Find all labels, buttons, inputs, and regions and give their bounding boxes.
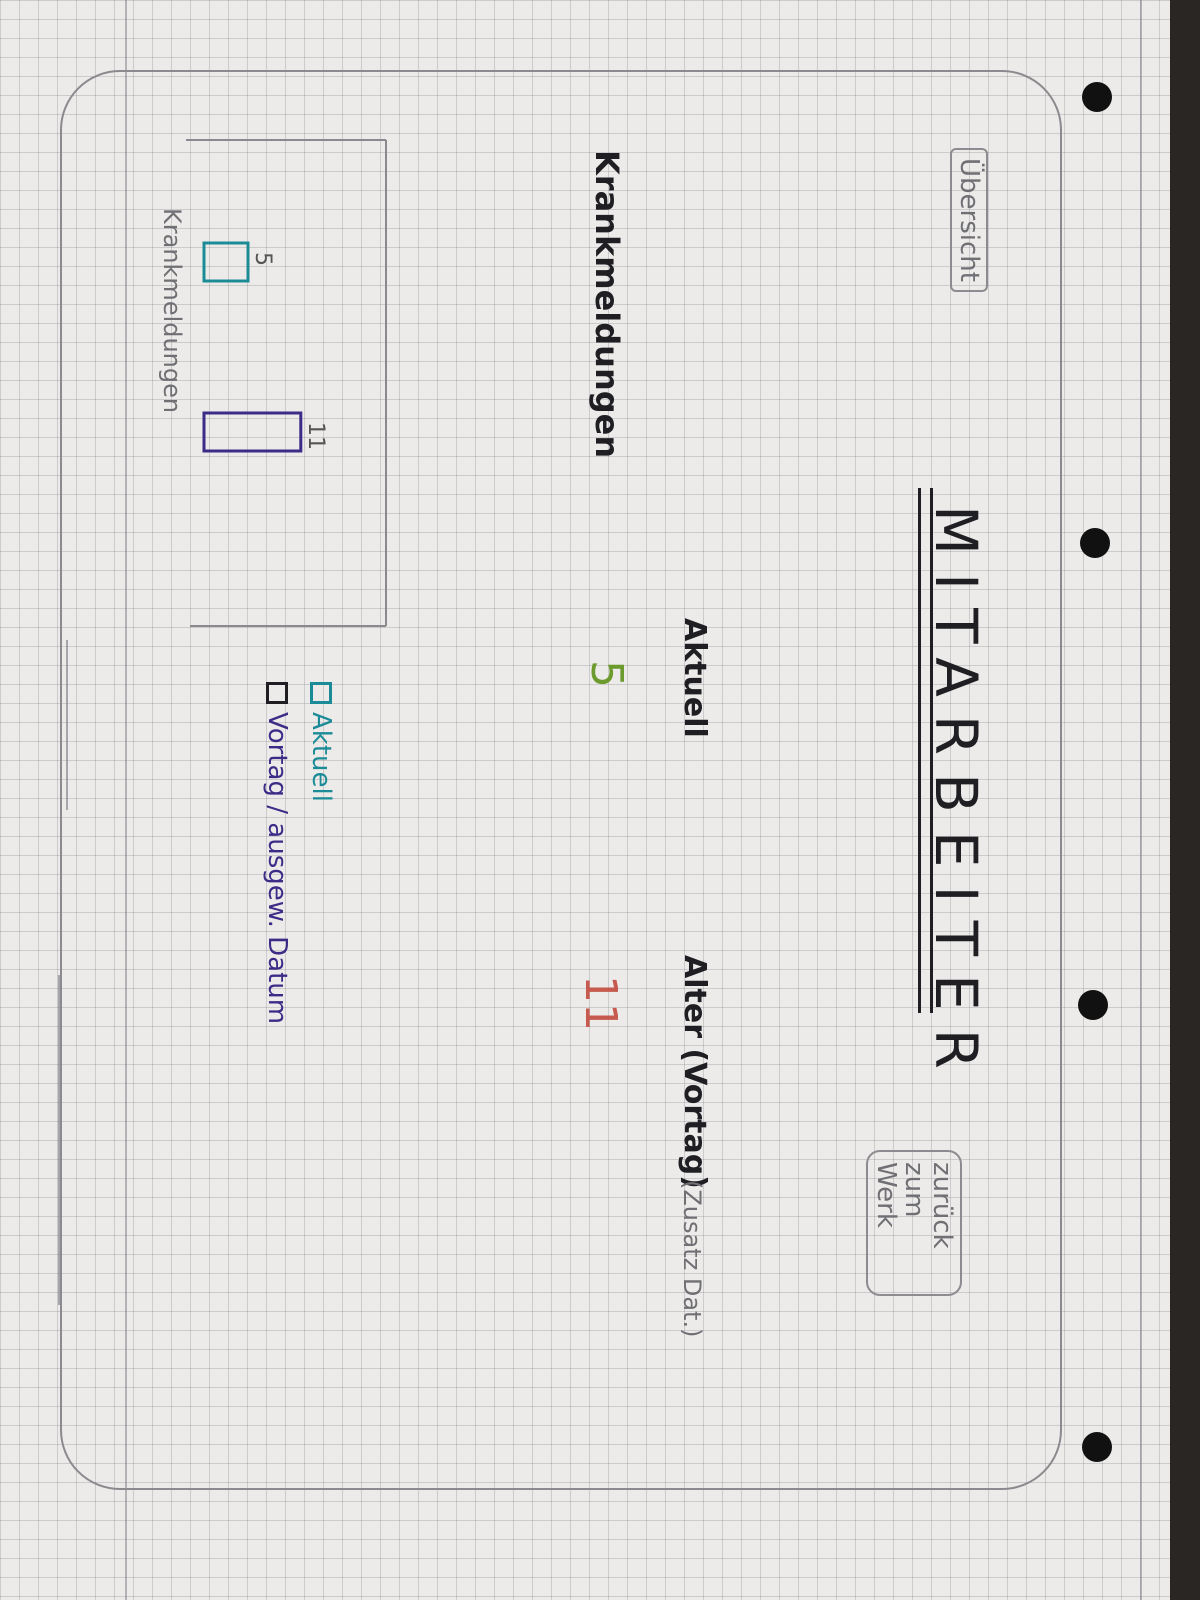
pencil-guide-line xyxy=(66,640,68,810)
back-to-plant-label: zurück zum Werk xyxy=(866,1150,962,1296)
age-value: 11 xyxy=(575,975,626,1031)
pencil-guide-line xyxy=(58,975,60,1305)
punch-hole xyxy=(1078,990,1108,1020)
current-value: 5 xyxy=(581,660,632,688)
chart-axis-label: Krankmeldungen xyxy=(158,208,186,413)
chart-bar-previous xyxy=(202,411,303,453)
punch-hole xyxy=(1080,528,1110,558)
punch-hole xyxy=(1082,1432,1112,1462)
legend-checkbox-current[interactable] xyxy=(310,682,332,704)
sick-chart: 5 11 Krankmeldungen xyxy=(158,139,387,627)
title-underline xyxy=(930,488,933,1013)
current-label: Aktuell xyxy=(677,618,712,738)
age-note: (Zusatz Dat.) xyxy=(678,1180,706,1338)
overview-tab[interactable]: Übersicht xyxy=(950,148,988,292)
chart-data-label: 5 xyxy=(250,252,275,266)
legend-label-previous: Vortag / ausgew. Datum xyxy=(262,712,292,1025)
title-underline-2 xyxy=(918,488,921,1013)
back-to-plant-button[interactable]: zurück zum Werk xyxy=(866,1150,962,1296)
chart-bars: 5 11 xyxy=(202,241,328,453)
legend-label-current: Aktuell xyxy=(306,712,336,802)
chart-data-label: 11 xyxy=(303,422,328,450)
overview-tab-label: Übersicht xyxy=(950,148,988,292)
page-margin-line-right xyxy=(1140,0,1142,1600)
age-label: Alter (Vortag) xyxy=(677,955,712,1189)
punch-hole xyxy=(1082,82,1112,112)
legend-item-previous[interactable]: Vortag / ausgew. Datum xyxy=(262,682,292,1024)
chart-bar-current xyxy=(202,241,250,283)
chart-legend: Aktuell Vortag / ausgew. Datum xyxy=(262,682,336,1024)
desk-edge xyxy=(1170,0,1200,1600)
legend-item-current[interactable]: Aktuell xyxy=(306,682,336,1024)
sick-section-title: Krankmeldungen xyxy=(588,150,626,459)
legend-checkbox-previous[interactable] xyxy=(266,682,288,704)
